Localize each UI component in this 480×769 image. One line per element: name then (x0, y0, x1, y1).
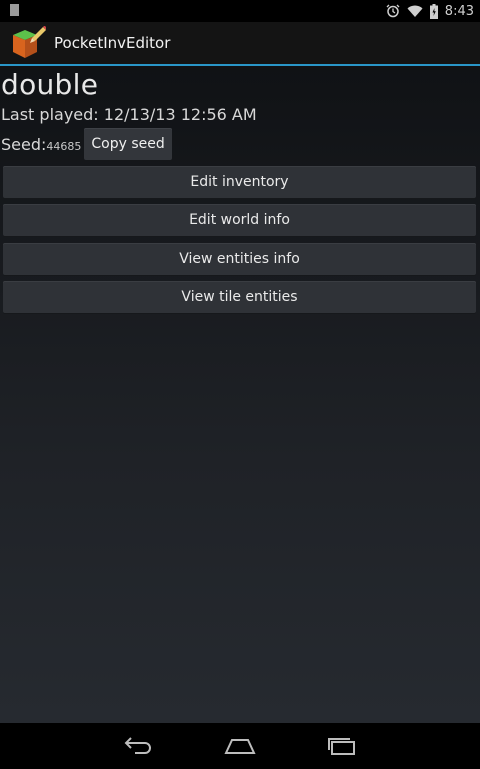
recent-apps-icon[interactable] (324, 734, 360, 758)
navigation-bar (0, 723, 480, 769)
status-time: 8:43 (444, 3, 474, 19)
app-logo-icon (10, 25, 47, 60)
seed-label: Seed: (1, 134, 47, 154)
back-icon[interactable] (120, 734, 156, 758)
seed-row: Seed: 44685 Copy seed (1, 128, 172, 160)
copy-seed-button[interactable]: Copy seed (84, 128, 172, 160)
edit-world-info-button[interactable]: Edit world info (3, 204, 476, 236)
view-tile-entities-button[interactable]: View tile entities (3, 281, 476, 313)
status-bar: 8:43 (0, 0, 480, 22)
status-icons: 8:43 (386, 2, 474, 20)
home-icon[interactable] (222, 734, 258, 758)
view-entities-info-button[interactable]: View entities info (3, 243, 476, 275)
action-bar: PocketInvEditor (0, 22, 480, 66)
last-played-text: Last played: 12/13/13 12:56 AM (1, 105, 257, 124)
alarm-icon (386, 4, 400, 18)
battery-icon (429, 3, 438, 19)
wifi-icon (407, 5, 423, 18)
edit-inventory-button[interactable]: Edit inventory (3, 166, 476, 198)
app-title: PocketInvEditor (54, 34, 171, 52)
seed-value: 44685 (46, 139, 82, 153)
notification-icon (10, 4, 19, 16)
world-name: double (1, 68, 99, 101)
main-content: double Last played: 12/13/13 12:56 AM Se… (0, 66, 480, 723)
